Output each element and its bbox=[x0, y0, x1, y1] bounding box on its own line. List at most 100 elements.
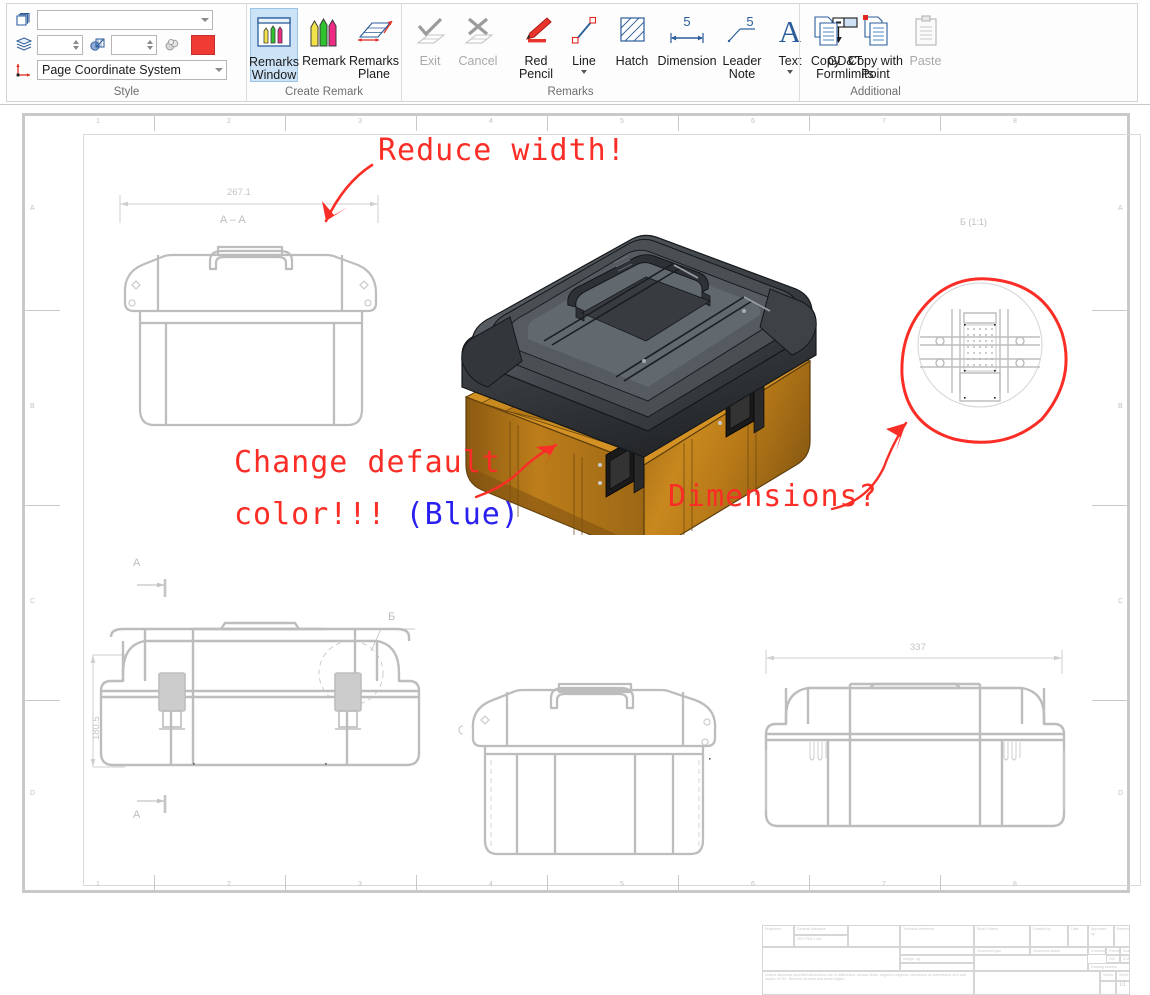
zone-label-top-5: 5 bbox=[620, 118, 624, 125]
cancel-cross-icon bbox=[458, 11, 498, 53]
hatch-button[interactable]: Hatch bbox=[608, 8, 656, 82]
view-front[interactable]: 180.5 A A Б bbox=[85, 545, 465, 845]
titleblock-blank-1 bbox=[848, 925, 900, 947]
zone-label-bottom-4: 4 bbox=[489, 881, 493, 888]
dimension-label-337: 337 bbox=[910, 642, 926, 653]
chevron-down-icon[interactable] bbox=[787, 69, 793, 74]
detail-callout-label-b: Б bbox=[388, 611, 396, 623]
dimension-label-180: 180.5 bbox=[91, 716, 102, 740]
remark-label: Remark bbox=[302, 54, 346, 68]
coordinate-system-value: Page Coordinate System bbox=[42, 63, 181, 77]
red-pencil-label-line1: Red bbox=[524, 54, 548, 68]
exit-check-icon bbox=[410, 11, 450, 53]
titleblock-blank-4 bbox=[900, 963, 974, 971]
svg-text:5: 5 bbox=[746, 14, 753, 29]
zone-label-right-c: C bbox=[1118, 598, 1124, 605]
annotation-reduce-width[interactable]: Reduce width! bbox=[378, 133, 626, 168]
zone-tick bbox=[1092, 505, 1130, 506]
view-label-detail-b: Б (1:1) bbox=[960, 217, 987, 227]
coordinate-system-combobox[interactable]: Page Coordinate System bbox=[37, 60, 227, 80]
copy-with-point-button[interactable]: Copy with Point bbox=[848, 8, 903, 82]
titleblock-blank-6 bbox=[974, 971, 1100, 995]
view-side[interactable]: 337 bbox=[750, 640, 1100, 890]
red-pencil-label-line2: Pencil bbox=[518, 66, 554, 81]
view-middle[interactable] bbox=[455, 650, 755, 880]
chevron-down-icon bbox=[201, 18, 209, 22]
thickness-spinner[interactable] bbox=[37, 35, 83, 55]
zone-label-top-4: 4 bbox=[489, 118, 493, 125]
cancel-button[interactable]: Cancel bbox=[454, 8, 502, 82]
red-pencil-icon bbox=[516, 11, 556, 53]
ribbon-group-title-remarks: Remarks bbox=[547, 86, 594, 98]
zone-label-bottom-2: 2 bbox=[227, 881, 231, 888]
annotation-arrow-change-color[interactable] bbox=[470, 431, 580, 511]
annotation-circle-detail-view[interactable] bbox=[896, 271, 1076, 451]
annotation-change-default-line1[interactable]: Change default bbox=[234, 445, 501, 480]
leader-note-button[interactable]: 5 Leader Note bbox=[718, 8, 766, 82]
zone-label-right-b: B bbox=[1118, 403, 1123, 410]
remark-icon bbox=[304, 11, 344, 53]
style-row-layer bbox=[11, 8, 213, 32]
zone-tick bbox=[809, 113, 810, 131]
zone-tick bbox=[285, 113, 286, 131]
titleblock-approved-by: Approved by bbox=[1088, 925, 1114, 947]
remarks-window-label-line2: Window bbox=[251, 67, 297, 82]
leader-note-icon: 5 bbox=[722, 11, 762, 53]
titleblock-note: Unless otherwise specified dimensions ar… bbox=[762, 971, 974, 995]
titleblock-series-value bbox=[1100, 981, 1116, 995]
zone-tick bbox=[285, 875, 286, 893]
line-button[interactable]: Line bbox=[560, 8, 608, 82]
chevron-down-icon[interactable] bbox=[581, 69, 587, 74]
zone-tick bbox=[416, 875, 417, 893]
titleblock-blank-5 bbox=[974, 955, 1088, 971]
remarks-plane-button[interactable]: Remarks Plane bbox=[349, 8, 399, 82]
copy-button[interactable]: Copy bbox=[802, 8, 850, 82]
drawing-canvas[interactable]: 1 2 3 4 5 6 7 8 1 2 3 4 5 6 7 8 A B C D … bbox=[0, 105, 1150, 995]
spinner-up-icon[interactable] bbox=[73, 40, 79, 44]
spinner-up-icon[interactable] bbox=[147, 40, 153, 44]
remarks-window-button[interactable]: Remarks Window bbox=[249, 8, 299, 82]
zone-label-top-7: 7 bbox=[882, 118, 886, 125]
zone-label-left-c: C bbox=[30, 598, 36, 605]
copy-label: Copy bbox=[810, 54, 841, 68]
annotation-arrow-reduce-width[interactable] bbox=[300, 157, 390, 247]
titleblock-created-by: Created by bbox=[1030, 925, 1068, 947]
titleblock-sheet-value: 1/1 bbox=[1116, 981, 1130, 995]
remark-button[interactable]: Remark bbox=[300, 8, 348, 82]
zone-tick bbox=[22, 700, 60, 701]
ribbon-group-style: Page Coordinate System Style bbox=[7, 4, 246, 101]
color-swatch-button[interactable] bbox=[191, 35, 215, 55]
titleblock-scale-value: 1:2 bbox=[1120, 955, 1130, 963]
spinner-down-icon[interactable] bbox=[73, 46, 79, 50]
zone-tick bbox=[154, 113, 155, 131]
scale-spinner[interactable] bbox=[111, 35, 157, 55]
sphere-icon[interactable] bbox=[159, 34, 185, 56]
titleblock-projection: Projection bbox=[762, 925, 794, 947]
hatch-icon bbox=[612, 11, 652, 53]
copy-with-point-label-line1: Copy with bbox=[848, 54, 903, 68]
line-style-icon[interactable] bbox=[85, 34, 111, 56]
red-pencil-button[interactable]: Red Pencil bbox=[512, 8, 560, 82]
titleblock-scale: Scale bbox=[1120, 947, 1130, 955]
title-block[interactable]: Projection General tolerance ISO 2768-1 … bbox=[762, 925, 1130, 995]
ribbon-group-title-additional: Additional bbox=[850, 86, 901, 98]
zone-label-top-1: 1 bbox=[96, 118, 100, 125]
exit-button[interactable]: Exit bbox=[406, 8, 454, 82]
titleblock-short-name: Short i Name bbox=[974, 925, 1030, 947]
leader-note-label-line2: Note bbox=[728, 66, 756, 81]
cancel-label: Cancel bbox=[458, 54, 498, 68]
coordinate-system-icon bbox=[11, 59, 37, 81]
zone-label-right-a: A bbox=[1118, 205, 1123, 212]
titleblock-document-status: Document status bbox=[1030, 947, 1088, 955]
titleblock-date: Date bbox=[1068, 925, 1088, 947]
paste-icon bbox=[906, 11, 946, 53]
spinner-down-icon[interactable] bbox=[147, 46, 153, 50]
zone-label-left-b: B bbox=[30, 403, 35, 410]
zone-tick bbox=[678, 113, 679, 131]
layer-combobox[interactable] bbox=[37, 10, 213, 30]
dimension-button[interactable]: 5 Dimension bbox=[656, 8, 718, 82]
zone-tick bbox=[22, 505, 60, 506]
style-row-properties bbox=[11, 33, 215, 57]
paste-button[interactable]: Paste bbox=[902, 8, 950, 82]
zone-label-top-8: 8 bbox=[1013, 118, 1017, 125]
